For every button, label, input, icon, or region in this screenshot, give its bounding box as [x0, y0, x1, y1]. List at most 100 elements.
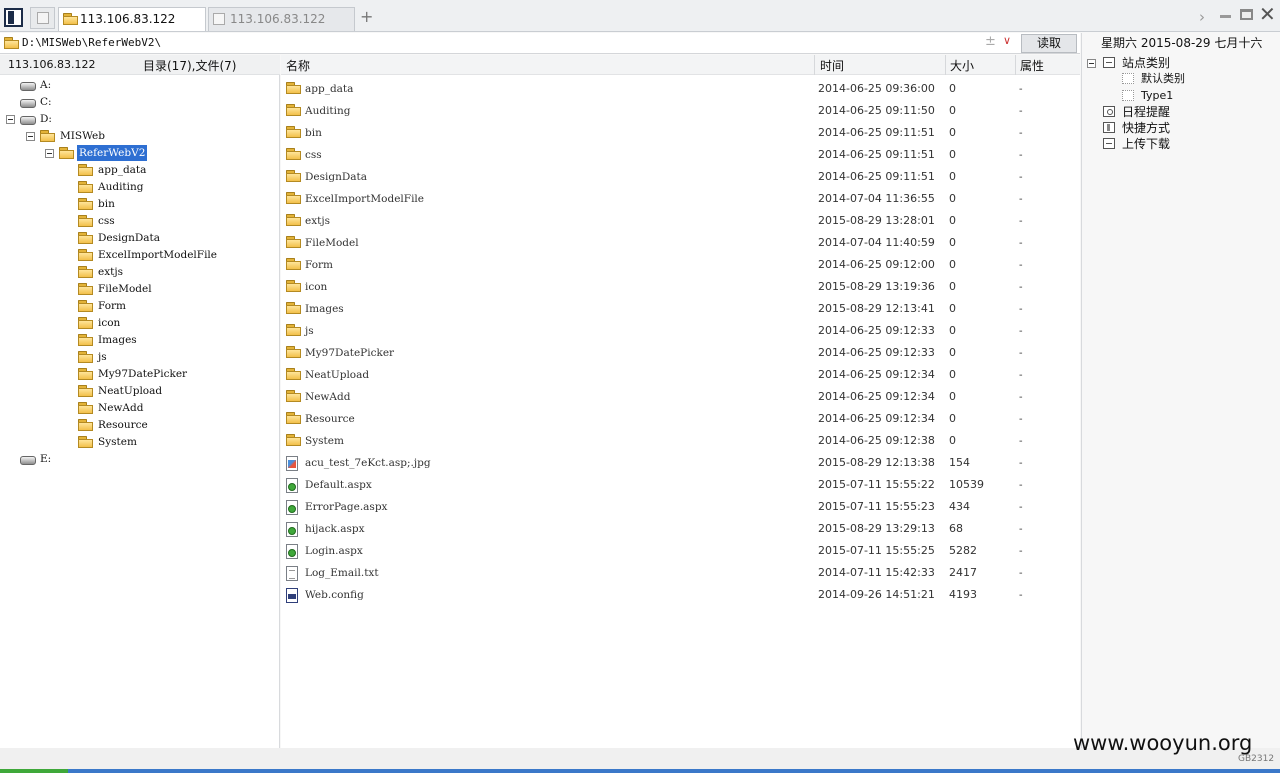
column-header-name[interactable]: 名称 — [286, 57, 310, 74]
file-size: 0 — [949, 148, 956, 161]
maximize-icon[interactable] — [1240, 9, 1253, 20]
chevron-down-icon[interactable]: ∨ — [1003, 34, 1011, 47]
folder-icon — [286, 126, 301, 138]
file-row[interactable]: Images 2015-08-29 12:13:41 0 - — [281, 298, 1080, 320]
file-row[interactable]: Resource 2014-06-25 09:12:34 0 - — [281, 408, 1080, 430]
column-divider[interactable] — [814, 55, 815, 75]
column-header-size[interactable]: 大小 — [950, 57, 974, 74]
file-size: 68 — [949, 522, 963, 535]
file-row[interactable]: extjs 2015-08-29 13:28:01 0 - — [281, 210, 1080, 232]
file-row[interactable]: Log_Email.txt 2014-07-11 15:42:33 2417 - — [281, 562, 1080, 584]
file-row[interactable]: NewAdd 2014-06-25 09:12:34 0 - — [281, 386, 1080, 408]
tree-folder[interactable]: Images — [0, 332, 280, 349]
add-bookmark-icon[interactable]: ± — [985, 34, 996, 49]
file-row[interactable]: Form 2014-06-25 09:12:00 0 - — [281, 254, 1080, 276]
tree-folder[interactable]: icon — [0, 315, 280, 332]
sidebar-item[interactable]: 站点类别 — [1082, 55, 1280, 71]
sidebar-item[interactable]: 日程提醒 — [1082, 104, 1280, 120]
tree-folder[interactable]: MISWeb — [0, 128, 280, 145]
tab-site-2[interactable]: 113.106.83.122 — [208, 7, 355, 31]
file-size: 0 — [949, 302, 956, 315]
file-time: 2014-06-25 09:12:38 — [818, 434, 935, 447]
column-divider[interactable] — [1015, 55, 1016, 75]
file-time: 2015-08-29 12:13:38 — [818, 456, 935, 469]
file-row[interactable]: hijack.aspx 2015-08-29 13:29:13 68 - — [281, 518, 1080, 540]
tree-folder[interactable]: NeatUpload — [0, 383, 280, 400]
tree-drive[interactable]: C: — [0, 94, 280, 111]
file-row[interactable]: FileModel 2014-07-04 11:40:59 0 - — [281, 232, 1080, 254]
tree-drive[interactable]: A: — [0, 77, 280, 94]
column-header-time[interactable]: 时间 — [820, 57, 844, 74]
file-size: 0 — [949, 236, 956, 249]
file-row[interactable]: NeatUpload 2014-06-25 09:12:34 0 - — [281, 364, 1080, 386]
file-row[interactable]: System 2014-06-25 09:12:38 0 - — [281, 430, 1080, 452]
close-icon[interactable]: ✕ — [1259, 4, 1276, 24]
tree-drive[interactable]: D: — [0, 111, 280, 128]
file-size: 0 — [949, 368, 956, 381]
collapse-icon[interactable] — [6, 115, 15, 124]
new-tab-button[interactable]: + — [360, 9, 373, 25]
tree-folder[interactable]: Resource — [0, 417, 280, 434]
sidebar-item[interactable]: 快捷方式 — [1082, 120, 1280, 136]
tree-folder[interactable]: bin — [0, 196, 280, 213]
tree-folder[interactable]: Form — [0, 298, 280, 315]
file-row[interactable]: ErrorPage.aspx 2015-07-11 15:55:23 434 - — [281, 496, 1080, 518]
file-row[interactable]: ExcelImportModelFile 2014-07-04 11:36:55 0… — [281, 188, 1080, 210]
tree-folder[interactable]: extjs — [0, 264, 280, 281]
file-size: 0 — [949, 192, 956, 205]
tree-folder[interactable]: Auditing — [0, 179, 280, 196]
path-input[interactable]: D:\MISWeb\ReferWebV2\ — [22, 36, 161, 49]
file-row[interactable]: Auditing 2014-06-25 09:11:50 0 - — [281, 100, 1080, 122]
file-attr: - — [1019, 105, 1023, 117]
minimize-icon[interactable] — [1220, 15, 1231, 18]
file-attr: - — [1019, 545, 1023, 557]
page-icon-button[interactable] — [30, 7, 55, 29]
file-time: 2014-06-25 09:11:50 — [818, 104, 935, 117]
tree-folder[interactable]: NewAdd — [0, 400, 280, 417]
file-row[interactable]: Default.aspx 2015-07-11 15:55:22 10539 - — [281, 474, 1080, 496]
tree-folder[interactable]: ReferWebV2 — [0, 144, 280, 162]
sidebar-item[interactable]: Type1 — [1082, 88, 1280, 104]
file-row[interactable]: DesignData 2014-06-25 09:11:51 0 - — [281, 166, 1080, 188]
tree-folder[interactable]: css — [0, 213, 280, 230]
tree-label: bin — [98, 198, 115, 210]
column-header-attr[interactable]: 属性 — [1020, 57, 1044, 74]
tree-folder[interactable]: System — [0, 434, 280, 451]
chevron-right-icon[interactable]: › — [1199, 8, 1205, 26]
tree-drive[interactable]: E: — [0, 451, 280, 468]
folder-icon — [78, 164, 93, 176]
app-logo-icon[interactable] — [4, 8, 23, 27]
tree-folder[interactable]: DesignData — [0, 230, 280, 247]
tree-folder[interactable]: My97DatePicker — [0, 366, 280, 383]
file-time: 2014-06-25 09:12:33 — [818, 346, 935, 359]
file-row[interactable]: Web.config 2014-09-26 14:51:21 4193 - — [281, 584, 1080, 606]
collapse-icon[interactable] — [26, 132, 35, 141]
file-row[interactable]: Login.aspx 2015-07-11 15:55:25 5282 - — [281, 540, 1080, 562]
read-button[interactable]: 读取 — [1021, 34, 1077, 53]
tree-folder[interactable]: ExcelImportModelFile — [0, 247, 280, 264]
tree-label: System — [98, 436, 137, 448]
collapse-icon[interactable] — [1087, 59, 1096, 68]
tree-folder[interactable]: app_data — [0, 162, 280, 179]
file-row[interactable]: css 2014-06-25 09:11:51 0 - — [281, 144, 1080, 166]
file-row[interactable]: icon 2015-08-29 13:19:36 0 - — [281, 276, 1080, 298]
folder-icon — [4, 37, 19, 49]
file-name: DesignData — [305, 171, 368, 183]
file-time: 2015-08-29 13:29:13 — [818, 522, 935, 535]
file-row[interactable]: My97DatePicker 2014-06-25 09:12:33 0 - — [281, 342, 1080, 364]
file-row[interactable]: app_data 2014-06-25 09:36:00 0 - — [281, 78, 1080, 100]
sidebar-item[interactable]: 上传下载 — [1082, 136, 1280, 152]
start-button[interactable] — [0, 769, 68, 773]
sidebar-item[interactable]: 默认类别 — [1082, 71, 1280, 87]
folder-icon — [78, 249, 93, 261]
collapse-icon[interactable] — [45, 149, 54, 158]
page-icon — [213, 13, 225, 25]
file-row[interactable]: acu_test_7eKct.asp;.jpg 2015-08-29 12:13:… — [281, 452, 1080, 474]
tab-site-1[interactable]: 113.106.83.122 — [58, 7, 206, 31]
file-row[interactable]: js 2014-06-25 09:12:33 0 - — [281, 320, 1080, 342]
column-divider[interactable] — [945, 55, 946, 75]
file-size: 434 — [949, 500, 970, 513]
tree-folder[interactable]: js — [0, 349, 280, 366]
tree-folder[interactable]: FileModel — [0, 281, 280, 298]
file-row[interactable]: bin 2014-06-25 09:11:51 0 - — [281, 122, 1080, 144]
